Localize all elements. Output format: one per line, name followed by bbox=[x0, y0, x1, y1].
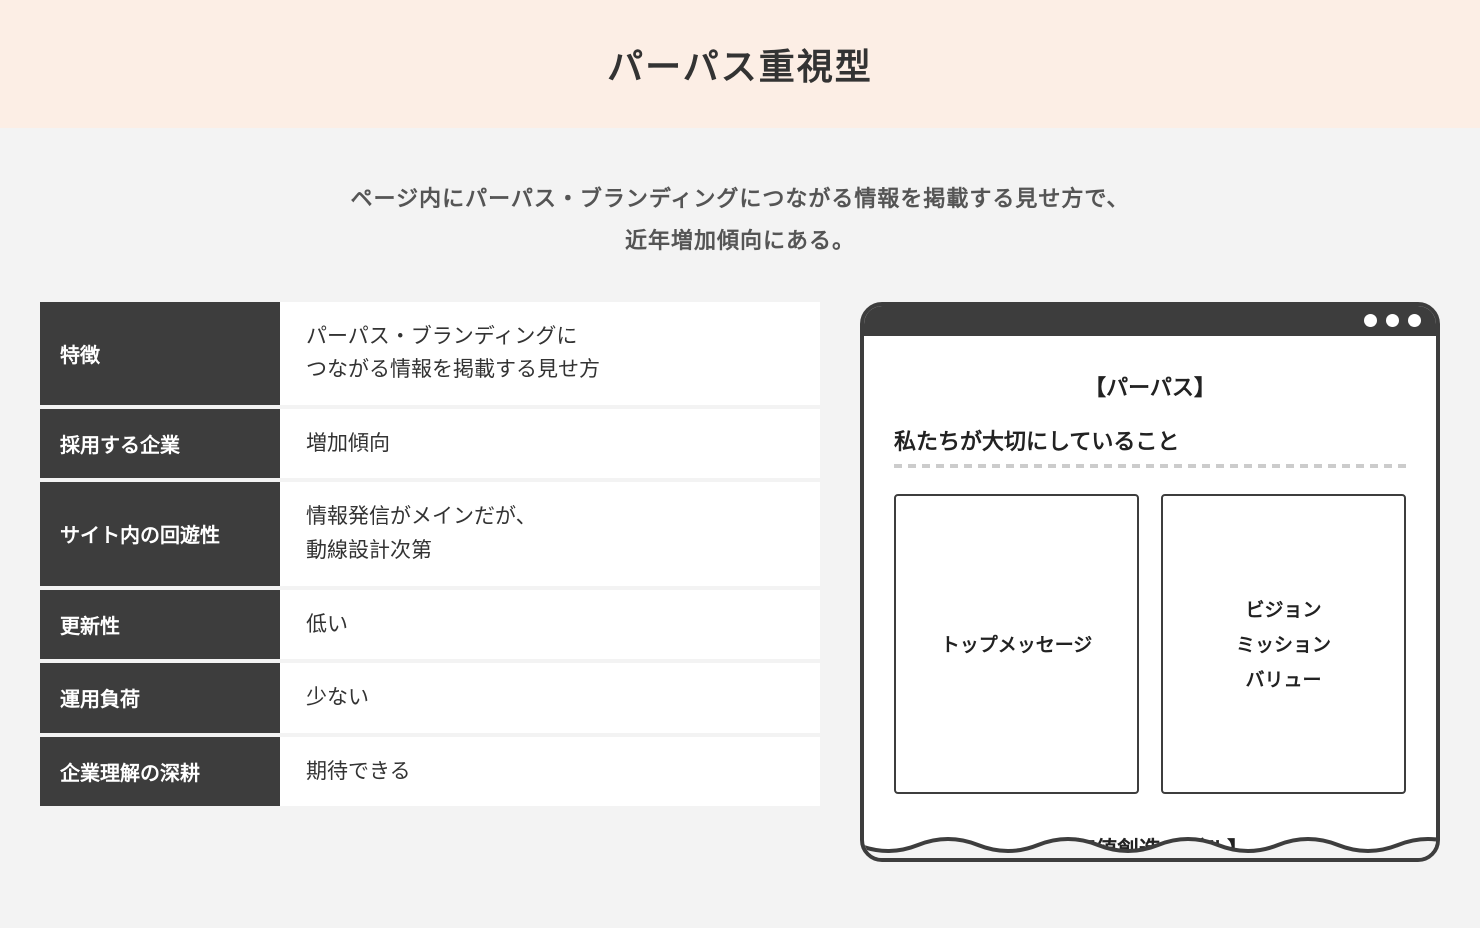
table-value: 低い bbox=[280, 590, 820, 660]
mock-card-vmv: ビジョン ミッション バリュー bbox=[1161, 494, 1406, 794]
window-dot-icon bbox=[1364, 314, 1377, 327]
content-area: 特徴 パーパス・ブランディングに つながる情報を掲載する見せ方 採用する企業 増… bbox=[0, 302, 1480, 862]
table-row: 運用負荷 少ない bbox=[40, 663, 820, 733]
attributes-table: 特徴 パーパス・ブランディングに つながる情報を掲載する見せ方 採用する企業 増… bbox=[40, 302, 820, 862]
page-title: パーパス重視型 bbox=[0, 38, 1480, 90]
mock-content: 【パーパス】 私たちが大切にしていること トップメッセージ ビジョン ミッション… bbox=[864, 336, 1436, 862]
mock-window-titlebar bbox=[864, 306, 1436, 336]
table-header: 運用負荷 bbox=[40, 663, 280, 733]
mock-card-top-message: トップメッセージ bbox=[894, 494, 1139, 794]
table-value: 増加傾向 bbox=[280, 409, 820, 479]
window-dot-icon bbox=[1408, 314, 1421, 327]
mock-cards-row: トップメッセージ ビジョン ミッション バリュー bbox=[894, 494, 1406, 794]
description-line2: 近年増加傾向にある。 bbox=[20, 220, 1460, 262]
mock-card-label: トップメッセージ bbox=[941, 630, 1093, 657]
table-value: 期待できる bbox=[280, 737, 820, 807]
description-block: ページ内にパーパス・ブランディングにつながる情報を掲載する見せ方で、 近年増加傾… bbox=[0, 128, 1480, 302]
table-header: 特徴 bbox=[40, 302, 280, 405]
table-header: 更新性 bbox=[40, 590, 280, 660]
mock-section-title: 【パーパス】 bbox=[894, 370, 1406, 402]
dotted-divider bbox=[894, 464, 1406, 468]
title-bar: パーパス重視型 bbox=[0, 0, 1480, 128]
window-dot-icon bbox=[1386, 314, 1399, 327]
table-header: 採用する企業 bbox=[40, 409, 280, 479]
table-value: 少ない bbox=[280, 663, 820, 733]
table-header: 企業理解の深耕 bbox=[40, 737, 280, 807]
table-value: パーパス・ブランディングに つながる情報を掲載する見せ方 bbox=[280, 302, 820, 405]
table-row: 更新性 低い bbox=[40, 590, 820, 660]
mock-browser-section: 【パーパス】 私たちが大切にしていること トップメッセージ ビジョン ミッション… bbox=[860, 302, 1440, 862]
mock-browser: 【パーパス】 私たちが大切にしていること トップメッセージ ビジョン ミッション… bbox=[860, 302, 1440, 862]
mock-card-label: バリュー bbox=[1245, 665, 1321, 692]
table-row: 特徴 パーパス・ブランディングに つながる情報を掲載する見せ方 bbox=[40, 302, 820, 405]
mock-subheading: 私たちが大切にしていること bbox=[894, 424, 1406, 456]
mock-card-label: ミッション bbox=[1236, 630, 1331, 657]
description-line1: ページ内にパーパス・ブランディングにつながる情報を掲載する見せ方で、 bbox=[20, 178, 1460, 220]
mock-card-label: ビジョン bbox=[1245, 595, 1321, 622]
table-header: サイト内の回遊性 bbox=[40, 482, 280, 585]
wavy-edge-icon bbox=[860, 835, 1440, 861]
table-value: 情報発信がメインだが、 動線設計次第 bbox=[280, 482, 820, 585]
table-row: 企業理解の深耕 期待できる bbox=[40, 737, 820, 807]
table-row: 採用する企業 増加傾向 bbox=[40, 409, 820, 479]
table-row: サイト内の回遊性 情報発信がメインだが、 動線設計次第 bbox=[40, 482, 820, 585]
